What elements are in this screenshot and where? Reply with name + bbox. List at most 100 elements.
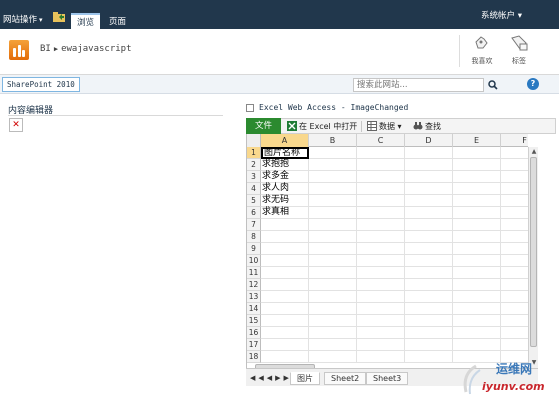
grid-cell[interactable] [453, 327, 501, 339]
row-header[interactable]: 11 [247, 267, 261, 279]
grid-cell[interactable]: 求抱抱 [261, 159, 309, 171]
grid-cell[interactable] [453, 147, 501, 159]
i-like-it-button[interactable]: 我喜欢 [466, 33, 498, 69]
grid-cell[interactable] [501, 159, 528, 171]
grid-cell[interactable] [309, 327, 357, 339]
grid-cell[interactable] [357, 327, 405, 339]
open-in-excel-button[interactable]: 在 Excel 中打开 [287, 120, 357, 133]
grid-cell[interactable] [453, 267, 501, 279]
grid-cell[interactable] [357, 171, 405, 183]
grid-cell[interactable] [261, 303, 309, 315]
row-header[interactable]: 8 [247, 231, 261, 243]
grid-cell[interactable] [501, 207, 528, 219]
row-header[interactable]: 4 [247, 183, 261, 195]
grid-cell[interactable] [405, 183, 453, 195]
row-header[interactable]: 16 [247, 327, 261, 339]
grid-cell[interactable] [501, 255, 528, 267]
column-header-b[interactable]: B [309, 134, 357, 147]
grid-cell[interactable] [309, 279, 357, 291]
grid-cell[interactable] [261, 339, 309, 351]
grid-cell[interactable] [501, 243, 528, 255]
grid-cell[interactable] [453, 339, 501, 351]
row-header[interactable]: 1 [247, 147, 261, 159]
grid-cell[interactable] [357, 291, 405, 303]
grid-cell[interactable] [405, 195, 453, 207]
sheet-tab-sheet2[interactable]: Sheet2 [324, 372, 367, 385]
grid-cell[interactable] [405, 291, 453, 303]
grid-cell[interactable] [309, 291, 357, 303]
column-header-f[interactable]: F [501, 134, 528, 147]
tab-browse[interactable]: 浏览 [71, 13, 101, 29]
grid-cell[interactable] [405, 231, 453, 243]
grid-cell[interactable] [405, 267, 453, 279]
grid-cell[interactable] [261, 351, 309, 363]
grid-cell[interactable] [309, 195, 357, 207]
user-menu[interactable]: 系统帐户 ▾ [481, 9, 522, 21]
grid-cell[interactable] [501, 267, 528, 279]
column-header-c[interactable]: C [357, 134, 405, 147]
grid-cell[interactable] [309, 159, 357, 171]
row-header[interactable]: 5 [247, 195, 261, 207]
grid-cell[interactable] [405, 159, 453, 171]
grid-cell[interactable] [309, 303, 357, 315]
grid-cell[interactable] [405, 351, 453, 363]
tab-page[interactable]: 页面 [103, 13, 132, 29]
grid-cell[interactable] [357, 195, 405, 207]
grid-cell[interactable] [453, 231, 501, 243]
grid-cell[interactable] [405, 219, 453, 231]
vertical-scroll-thumb[interactable] [530, 157, 537, 347]
data-menu-button[interactable]: 数据 ▾ [367, 120, 402, 133]
grid-cell[interactable] [357, 279, 405, 291]
grid-cell[interactable] [309, 219, 357, 231]
column-header-e[interactable]: E [453, 134, 501, 147]
grid-cell[interactable] [357, 267, 405, 279]
grid-cell[interactable] [453, 207, 501, 219]
breadcrumb-site[interactable]: BI [40, 44, 51, 54]
grid-cell[interactable] [405, 171, 453, 183]
excel-web-access-title[interactable]: Excel Web Access - ImageChanged [259, 103, 408, 112]
row-header[interactable]: 2 [247, 159, 261, 171]
grid-cell[interactable] [357, 231, 405, 243]
scroll-up-arrow-icon[interactable]: ▲ [530, 148, 538, 156]
row-header[interactable]: 10 [247, 255, 261, 267]
vertical-scrollbar[interactable]: ▲ ▼ [528, 147, 538, 368]
grid-cell[interactable] [405, 243, 453, 255]
grid-cell[interactable] [405, 315, 453, 327]
nav-item-sharepoint-2010[interactable]: SharePoint 2010 [2, 77, 80, 92]
grid-cell[interactable]: 求人肉 [261, 183, 309, 195]
row-header[interactable]: 6 [247, 207, 261, 219]
select-all-corner[interactable] [247, 134, 261, 147]
spreadsheet-grid[interactable]: A B C D E F 1 图片名称 2 求抱抱 3 求多金 4 求人肉 5 求无码 6 求真相 7 8 9… [246, 134, 528, 368]
row-header[interactable]: 17 [247, 339, 261, 351]
grid-cell[interactable]: 求真相 [261, 207, 309, 219]
grid-cell[interactable] [501, 183, 528, 195]
site-logo-icon[interactable] [9, 40, 29, 60]
grid-cell[interactable] [501, 171, 528, 183]
grid-cell[interactable] [261, 315, 309, 327]
grid-cell[interactable] [501, 327, 528, 339]
grid-cell[interactable] [453, 183, 501, 195]
grid-cell[interactable] [309, 255, 357, 267]
row-header[interactable]: 15 [247, 315, 261, 327]
search-input[interactable] [353, 78, 484, 92]
grid-cell[interactable] [357, 339, 405, 351]
grid-cell[interactable] [309, 267, 357, 279]
grid-cell[interactable] [453, 159, 501, 171]
search-icon[interactable] [487, 78, 499, 92]
grid-cell[interactable] [501, 147, 528, 159]
sheet-tab-images[interactable]: 图片 [290, 372, 320, 385]
grid-cell[interactable] [453, 315, 501, 327]
sheet-tab-sheet3[interactable]: Sheet3 [366, 372, 409, 385]
column-header-a[interactable]: A [261, 134, 309, 147]
grid-cell[interactable] [309, 183, 357, 195]
file-button[interactable]: 文件 [246, 118, 281, 135]
grid-cell[interactable] [309, 171, 357, 183]
grid-cell[interactable] [261, 279, 309, 291]
grid-cell[interactable] [261, 243, 309, 255]
grid-cell[interactable] [453, 171, 501, 183]
grid-cell[interactable] [309, 147, 357, 159]
grid-cell[interactable] [405, 327, 453, 339]
row-header[interactable]: 7 [247, 219, 261, 231]
grid-cell[interactable] [309, 243, 357, 255]
grid-cell[interactable] [453, 195, 501, 207]
